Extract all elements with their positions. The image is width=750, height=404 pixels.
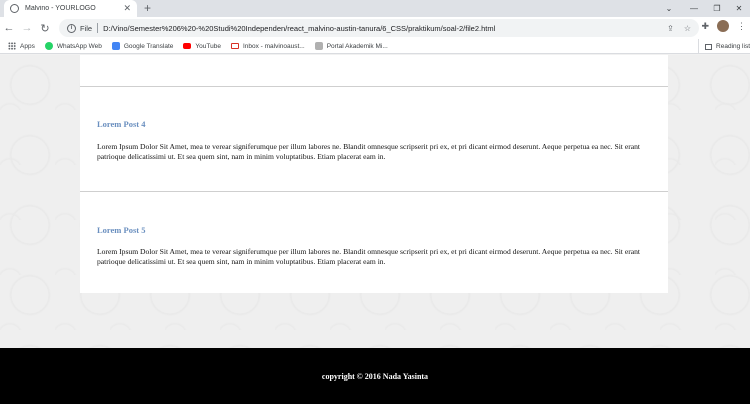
footer: copyright © 2016 Nada Yasinta [0, 348, 750, 404]
avatar[interactable] [717, 20, 729, 32]
post-divider [80, 191, 668, 192]
copyright-text: copyright © 2016 Nada Yasinta [321, 371, 429, 381]
menu-icon[interactable]: ⋮ [737, 21, 746, 32]
info-icon[interactable]: i [67, 23, 76, 33]
bookmark-star-icon[interactable]: ☆ [684, 24, 691, 33]
bookmark-portal-akademik[interactable]: Portal Akademik Mi... [314, 42, 388, 50]
address-bar[interactable]: i File D:/Vino/Semester%206%20-%20Studi%… [59, 19, 699, 37]
portal-icon [314, 42, 323, 50]
youtube-icon [183, 43, 192, 49]
whatsapp-icon [44, 42, 53, 50]
translate-icon [111, 42, 120, 50]
bookmark-label: WhatsApp Web [56, 42, 102, 50]
url-scheme: File [80, 23, 93, 33]
back-icon[interactable]: ← [0, 19, 18, 37]
apps-icon [8, 42, 16, 50]
bookmark-label: YouTube [195, 42, 221, 50]
bookmark-label: Portal Akademik Mi... [326, 42, 388, 50]
globe-icon [10, 4, 19, 13]
page-viewport[interactable]: Lorem Post 4 Lorem Ipsum Dolor Sit Amet,… [0, 55, 750, 404]
gmail-icon [230, 43, 239, 49]
browser-tab[interactable]: Malvino - YOURLOGO ✕ [4, 0, 137, 17]
post-title: Lorem Post 4 [97, 119, 146, 129]
share-icon[interactable]: ⇪ [667, 24, 674, 33]
bookmark-google-translate[interactable]: Google Translate [111, 42, 174, 50]
forward-icon[interactable]: → [18, 19, 36, 37]
tab-strip: Malvino - YOURLOGO ✕ + ⌄ — ❐ ✕ [0, 0, 750, 17]
url-text[interactable]: D:/Vino/Semester%206%20-%20Studi%20Indep… [103, 24, 667, 33]
post-title: Lorem Post 5 [97, 225, 146, 235]
minimize-button[interactable]: — [683, 0, 705, 17]
reload-icon[interactable]: ↻ [36, 19, 54, 37]
bookmarks-bar: Apps WhatsApp Web Google Translate YouTu… [0, 39, 750, 54]
bookmark-youtube[interactable]: YouTube [183, 43, 221, 50]
extensions-icon[interactable]: ✚ [701, 21, 709, 32]
reading-list-button[interactable]: Reading list [698, 39, 750, 54]
close-tab-icon[interactable]: ✕ [123, 4, 131, 13]
url-separator [97, 23, 99, 33]
restore-button[interactable]: ❐ [706, 0, 728, 17]
content-panel: Lorem Post 4 Lorem Ipsum Dolor Sit Amet,… [80, 55, 668, 293]
post-body: Lorem Ipsum Dolor Sit Amet, mea te verea… [97, 142, 640, 161]
bookmark-apps[interactable]: Apps [8, 42, 35, 50]
new-tab-button[interactable]: + [144, 1, 151, 15]
bookmark-label: Google Translate [123, 42, 174, 50]
post-body: Lorem Ipsum Dolor Sit Amet, mea te verea… [97, 247, 640, 266]
browser-toolbar: ← → ↻ i File D:/Vino/Semester%206%20-%20… [0, 17, 750, 39]
reading-list-label: Reading list [716, 43, 750, 50]
reading-list-icon [705, 43, 713, 50]
bookmark-label: Inbox - malvinoaust... [242, 42, 305, 50]
tab-title: Malvino - YOURLOGO [25, 5, 96, 12]
tab-search-icon[interactable]: ⌄ [658, 0, 680, 17]
bookmark-whatsapp[interactable]: WhatsApp Web [44, 42, 102, 50]
close-window-button[interactable]: ✕ [728, 0, 750, 17]
bookmark-inbox[interactable]: Inbox - malvinoaust... [230, 42, 305, 50]
bookmark-label: Apps [20, 42, 35, 50]
post-divider [80, 86, 668, 87]
